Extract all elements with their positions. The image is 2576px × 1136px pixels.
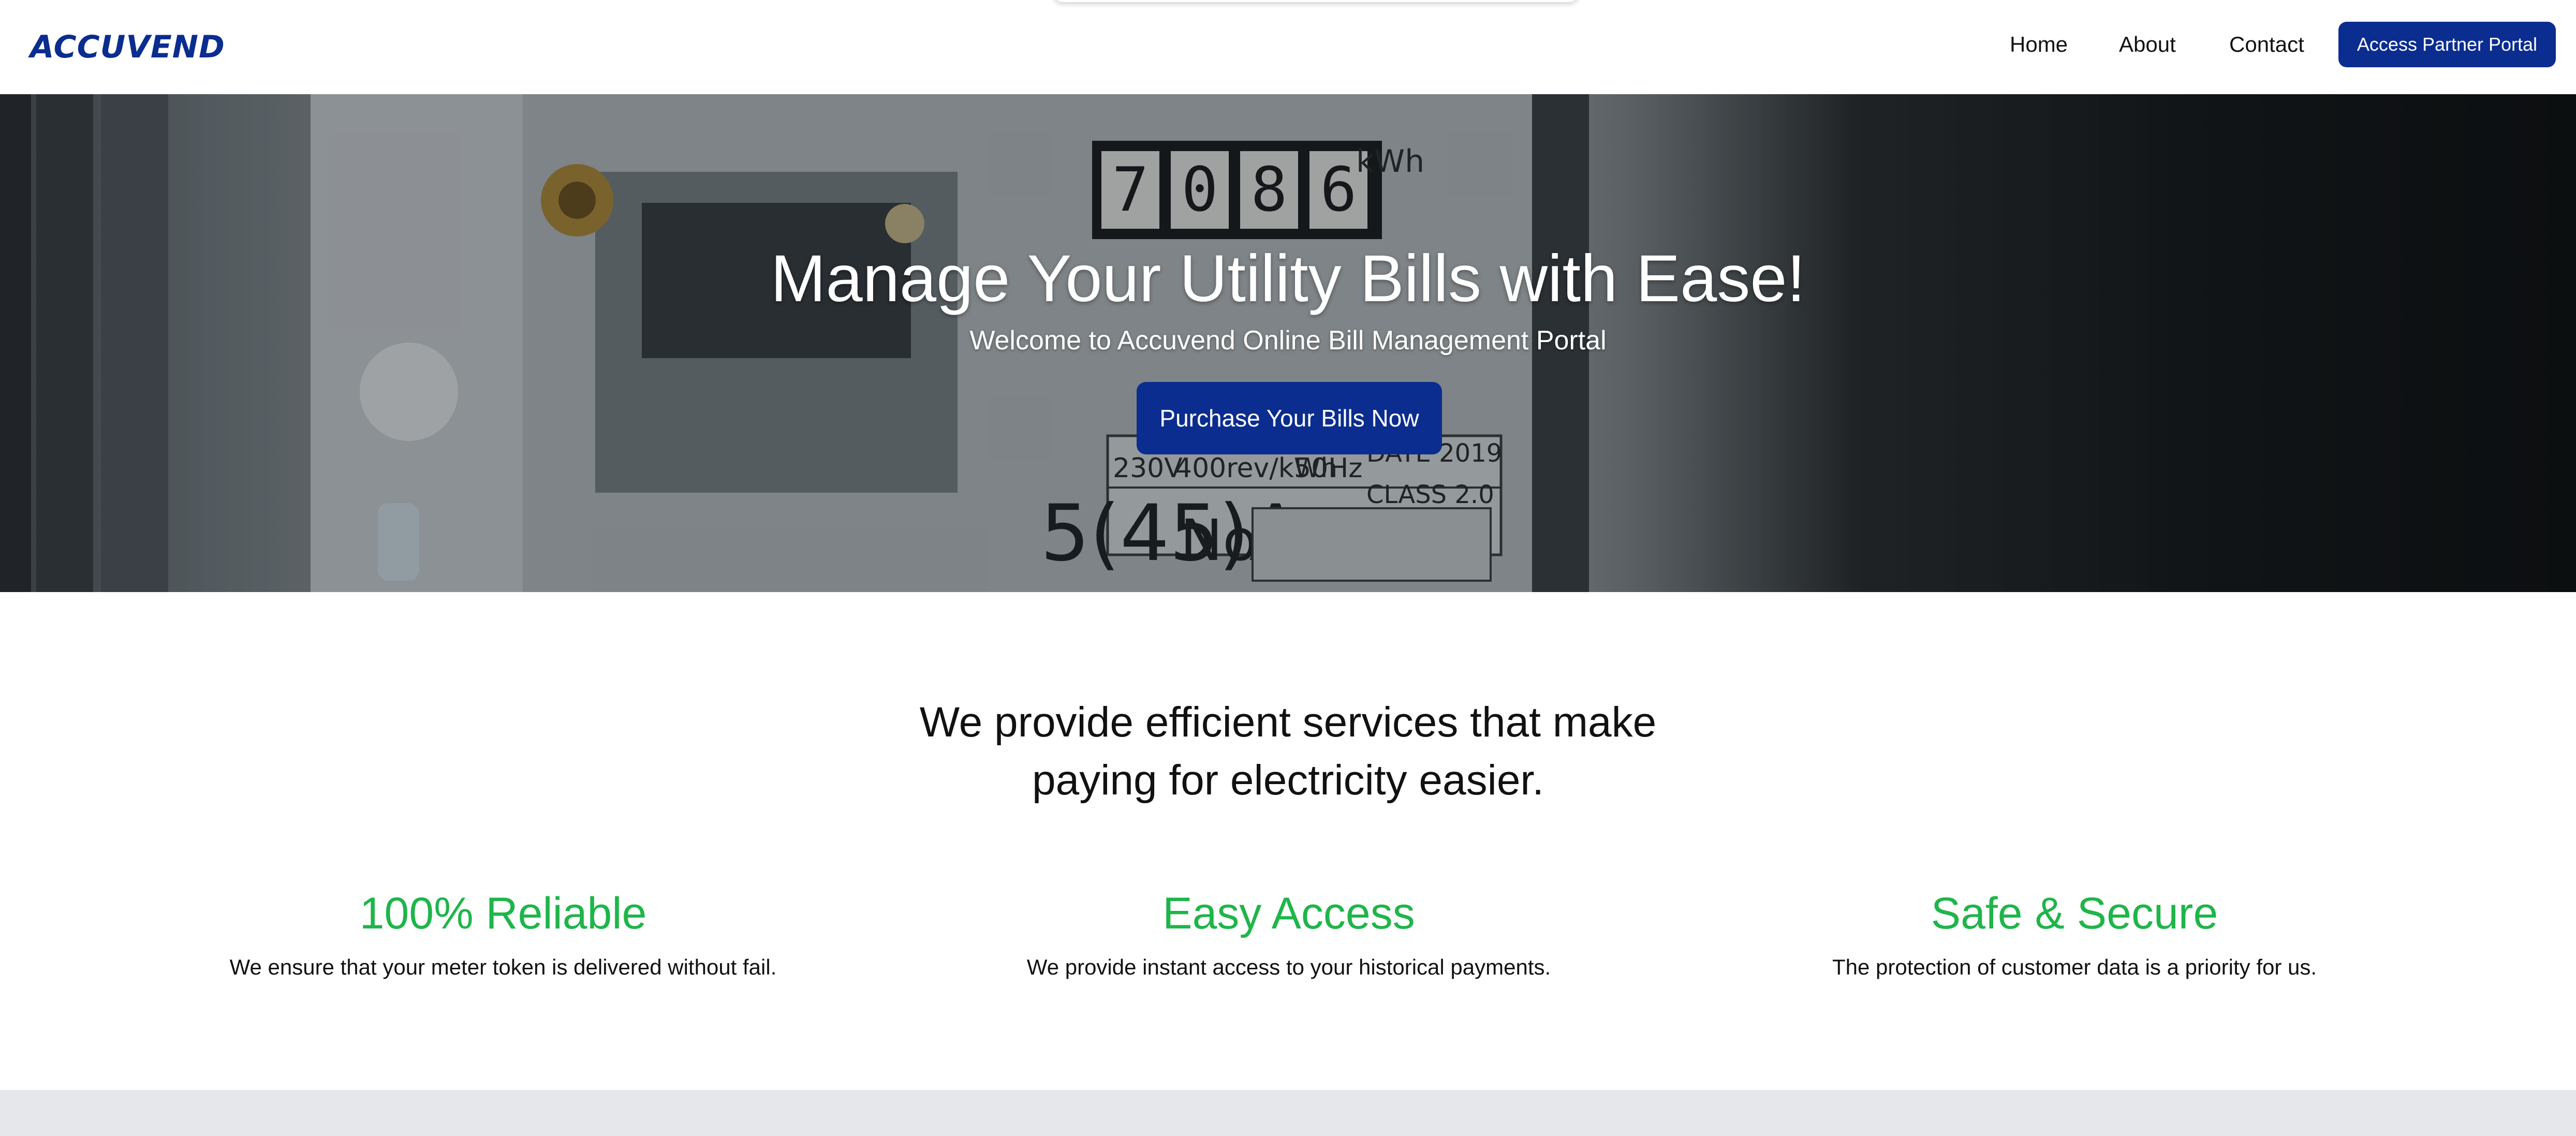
feature-title: 100% Reliable	[359, 889, 647, 938]
services-heading-line-2: paying for electricity easier.	[1032, 757, 1544, 804]
access-partner-portal-button[interactable]: Access Partner Portal	[2338, 22, 2556, 67]
hero-subtitle: Welcome to Accuvend Online Bill Manageme…	[969, 326, 1607, 356]
site-header: ACCUVEND Home About Contact Access Partn…	[0, 0, 2576, 94]
feature-easy-access: Easy Access We provide instant access to…	[952, 888, 1625, 982]
footer-band	[0, 1090, 2576, 1136]
hero-section: 7 0 8 6 kWh 230V 400rev/kWh 50Hz DATE 20…	[0, 94, 2576, 592]
feature-title: Safe & Secure	[1931, 889, 2218, 938]
feature-description: We ensure that your meter token is deliv…	[229, 955, 777, 979]
purchase-bills-button[interactable]: Purchase Your Bills Now	[1137, 382, 1442, 454]
browser-popup-edge	[1053, 0, 1579, 2]
nav-contact-link[interactable]: Contact	[2229, 29, 2304, 60]
hero-title: Manage Your Utility Bills with Ease!	[770, 242, 1806, 316]
nav-about-link[interactable]: About	[2119, 29, 2176, 60]
feature-reliable: 100% Reliable We ensure that your meter …	[167, 888, 840, 982]
services-heading: We provide efficient services that make …	[880, 694, 1696, 809]
logo[interactable]: ACCUVEND	[30, 27, 225, 67]
services-heading-line-1: We provide efficient services that make	[919, 699, 1657, 746]
nav-home-link[interactable]: Home	[2010, 29, 2068, 60]
feature-description: The protection of customer data is a pri…	[1832, 955, 2317, 979]
feature-description: We provide instant access to your histor…	[1026, 955, 1551, 979]
feature-title: Easy Access	[1162, 889, 1415, 938]
feature-safe-secure: Safe & Secure The protection of customer…	[1738, 888, 2411, 982]
